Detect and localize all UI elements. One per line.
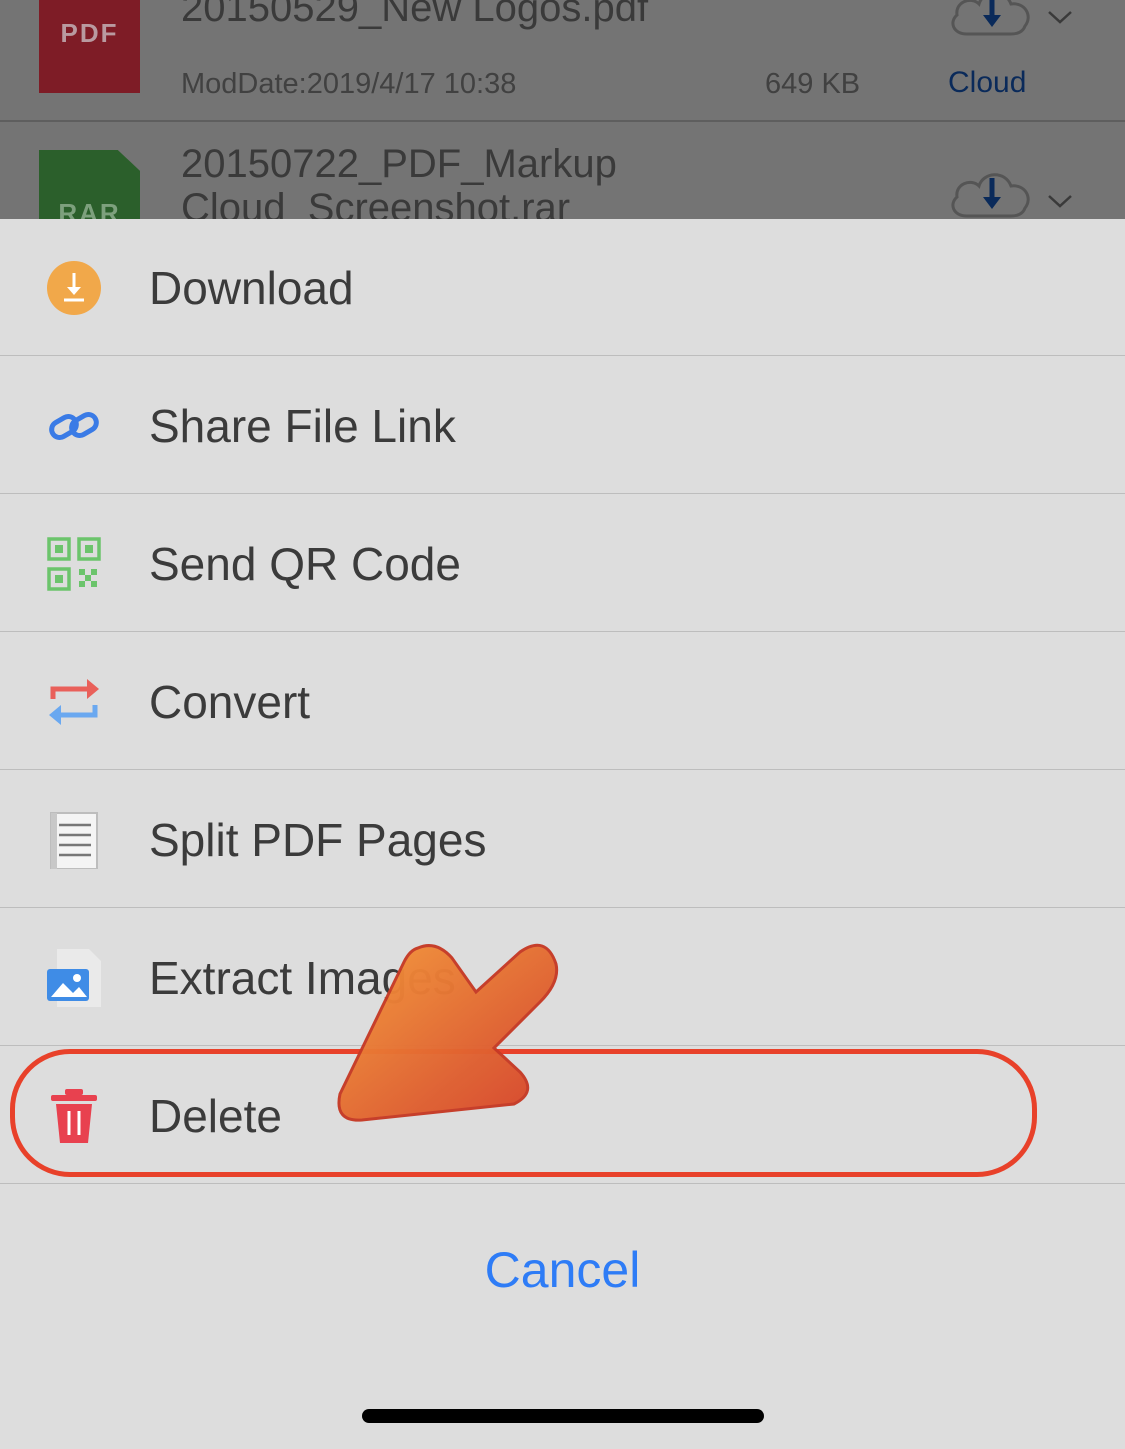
- cloud-download-icon: [951, 173, 1030, 218]
- qr-code-icon: [47, 537, 101, 591]
- chevron-down-icon: [1048, 11, 1072, 24]
- action-sheet: Download Share File Link Send QR Code Co…: [0, 219, 1125, 1449]
- link-icon: [49, 412, 99, 440]
- file-name-line: 20150722_PDF_Markup: [181, 142, 617, 186]
- cloud-status-label: Cloud: [948, 66, 1027, 99]
- cloud-download-icon: [951, 0, 1030, 36]
- home-indicator: [362, 1409, 764, 1423]
- menu-item-label: Extract Images: [149, 952, 456, 1004]
- menu-item-label: Delete: [149, 1090, 282, 1142]
- file-date: ModDate:2019/4/17 10:38: [181, 68, 517, 100]
- menu-item-extract-images[interactable]: Extract Images: [0, 909, 1125, 1046]
- file-row: PDF 20150529_New Logos.pdf ModDate:2019/…: [0, 0, 1125, 122]
- convert-icon: [49, 679, 99, 725]
- file-list-background: PDF 20150529_New Logos.pdf ModDate:2019/…: [0, 0, 1125, 220]
- thumbnail-label: RAR: [58, 198, 121, 220]
- file-name: 20150529_New Logos.pdf: [181, 0, 649, 30]
- menu-item-send-qr-code[interactable]: Send QR Code: [0, 495, 1125, 632]
- menu-item-download[interactable]: Download: [0, 219, 1125, 356]
- menu-item-share-file-link[interactable]: Share File Link: [0, 357, 1125, 494]
- file-name: 20150722_PDF_Markup Cloud_Screenshot.rar: [181, 142, 617, 220]
- thumbnail-label: PDF: [60, 18, 119, 48]
- download-icon: [47, 261, 101, 315]
- menu-item-label: Download: [149, 262, 354, 314]
- rar-file-thumbnail: RAR: [39, 150, 140, 220]
- menu-item-label: Convert: [149, 676, 311, 728]
- file-name-line: Cloud_Screenshot.rar: [181, 186, 571, 220]
- extract-images-icon: [47, 949, 101, 1007]
- file-size: 649 KB: [765, 68, 861, 100]
- trash-icon: [51, 1089, 97, 1143]
- chevron-down-icon: [1048, 195, 1072, 208]
- menu-item-split-pdf-pages[interactable]: Split PDF Pages: [0, 771, 1125, 908]
- menu-item-label: Share File Link: [149, 400, 456, 452]
- file-row: RAR 20150722_PDF_Markup Cloud_Screenshot…: [0, 122, 1125, 220]
- split-pages-icon: [50, 812, 98, 869]
- menu-item-convert[interactable]: Convert: [0, 633, 1125, 770]
- menu-item-label: Split PDF Pages: [149, 814, 487, 866]
- screen: PDF 20150529_New Logos.pdf ModDate:2019/…: [0, 0, 1125, 1449]
- pdf-file-thumbnail: PDF: [39, 0, 140, 93]
- menu-item-delete[interactable]: Delete: [0, 1047, 1125, 1184]
- cancel-button[interactable]: Cancel: [0, 1220, 1125, 1320]
- menu-item-label: Send QR Code: [149, 538, 461, 590]
